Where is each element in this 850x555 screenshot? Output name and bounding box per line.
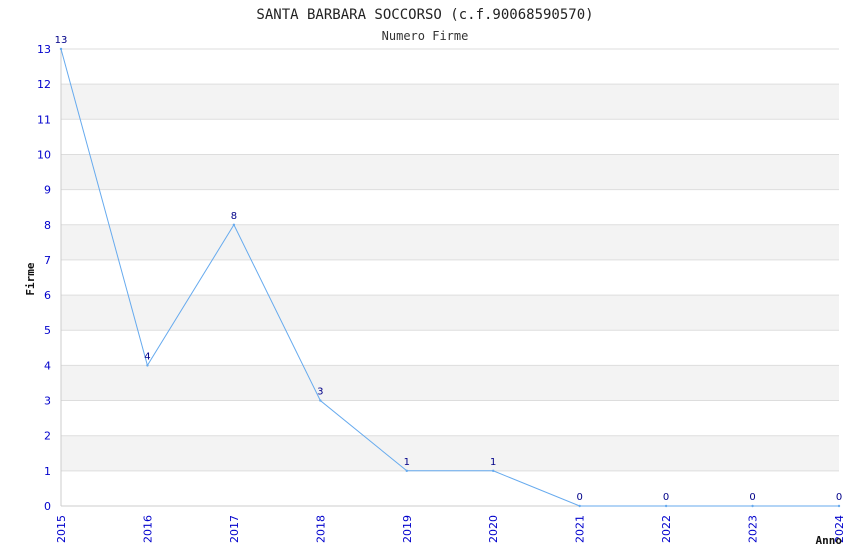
y-tick-label: 0	[44, 500, 51, 513]
x-tick-label: 2016	[141, 515, 154, 543]
y-tick-label: 9	[44, 184, 51, 197]
grid-band	[61, 400, 839, 436]
data-label: 0	[663, 492, 669, 503]
x-tick-label: 2019	[401, 515, 414, 543]
data-label: 8	[231, 211, 237, 222]
x-axis-title: Anno	[816, 534, 843, 547]
data-point	[405, 469, 408, 473]
data-label: 0	[749, 492, 755, 503]
chart-subtitle: Numero Firme	[382, 29, 469, 43]
y-tick-label: 1	[44, 465, 51, 478]
y-tick-label: 4	[44, 359, 51, 372]
grid-band	[61, 470, 839, 506]
grid-band	[61, 189, 839, 225]
y-tick-label: 12	[37, 78, 51, 91]
y-tick-label: 11	[37, 113, 51, 126]
grid-band	[61, 365, 839, 401]
y-tick-label: 5	[44, 324, 51, 337]
data-point	[578, 504, 581, 508]
grid-band	[61, 330, 839, 366]
data-point	[837, 504, 841, 508]
line-chart: SANTA BARBARA SOCCORSO (c.f.90068590570)…	[24, 7, 846, 547]
data-point	[319, 399, 322, 402]
grid-band	[61, 295, 839, 331]
data-point	[146, 364, 149, 367]
grid-band	[61, 84, 839, 120]
data-label: 13	[55, 35, 68, 46]
grid-band	[61, 224, 839, 260]
data-point	[751, 504, 754, 508]
chart: SANTA BARBARA SOCCORSO (c.f.90068590570)…	[0, 0, 850, 550]
x-tick-label: 2018	[314, 515, 327, 543]
data-label: 3	[317, 387, 323, 398]
grid-band	[61, 119, 839, 155]
y-tick-label: 8	[44, 219, 51, 232]
data-label: 0	[836, 492, 842, 503]
x-tick-label: 2015	[55, 515, 68, 543]
y-tick-label: 3	[44, 395, 51, 408]
data-label: 1	[490, 457, 496, 468]
grid-bands	[61, 49, 839, 506]
grid-band	[61, 49, 839, 85]
y-tick-label: 6	[44, 289, 51, 302]
x-tick-label: 2021	[574, 515, 587, 543]
x-tick-labels: 2015 2016 2017 2018 2019 2020 2021 2022 2023 2024	[55, 515, 846, 543]
data-label: 1	[404, 457, 410, 468]
grid-band	[61, 259, 839, 296]
data-point	[492, 469, 495, 473]
data-point	[232, 223, 236, 226]
data-point	[664, 504, 668, 508]
x-tick-label: 2022	[660, 515, 673, 543]
chart-title: SANTA BARBARA SOCCORSO (c.f.90068590570)	[256, 7, 593, 23]
x-tick-label: 2020	[487, 515, 500, 543]
y-tick-label: 2	[44, 430, 51, 443]
grid-band	[61, 435, 839, 471]
data-point	[59, 47, 63, 51]
y-tick-label: 13	[37, 43, 51, 56]
y-tick-label: 10	[37, 148, 51, 161]
data-label: 0	[576, 492, 582, 503]
x-tick-label: 2017	[228, 515, 241, 543]
y-tick-label: 7	[44, 254, 51, 267]
x-tick-label: 2023	[747, 515, 760, 543]
y-axis-title: Firme	[24, 262, 37, 295]
data-label: 4	[144, 351, 150, 362]
y-tick-labels: 012345678910111213	[37, 43, 51, 513]
grid-band	[61, 154, 839, 190]
